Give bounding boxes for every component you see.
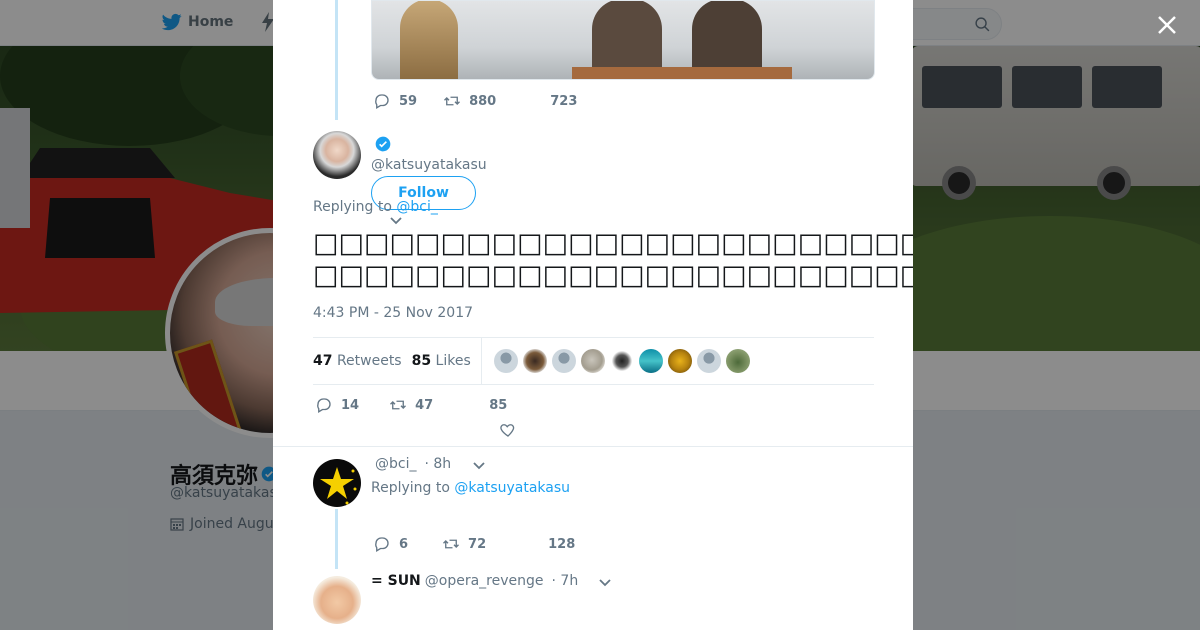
reply-avatar[interactable] <box>313 459 361 507</box>
retweets-stat-label: Retweets <box>336 353 402 369</box>
like-button[interactable]: 128 <box>548 537 575 552</box>
like-count: 85 <box>489 397 508 413</box>
tweet-text-line: □□□□□□□□□□□□□□□□□□□□□□□□□□□□□□□□□□□□□□□□… <box>313 260 913 291</box>
replying-prefix: Replying to <box>371 480 450 496</box>
liker-avatar[interactable] <box>522 349 547 373</box>
liker-avatar[interactable] <box>609 349 634 373</box>
retweets-stat-count: 47 <box>313 353 333 369</box>
like-count: 723 <box>550 93 578 109</box>
retweet-icon <box>390 400 407 410</box>
liker-avatar[interactable] <box>696 349 721 373</box>
retweet-button[interactable]: 72 <box>442 535 486 553</box>
tweet-photo[interactable] <box>371 0 875 80</box>
liker-avatar[interactable] <box>551 349 576 373</box>
reply-button[interactable]: 6 <box>373 535 408 553</box>
tweet-modal: 59 880 723 @katsuyatakasu Follow Replyin… <box>273 0 913 630</box>
retweet-count: 880 <box>469 93 497 109</box>
reply-icon <box>375 537 389 552</box>
chevron-down-icon[interactable] <box>598 578 612 588</box>
main-tweet-actions: 14 47 85 <box>315 396 507 414</box>
retweet-button[interactable]: 880 <box>443 92 496 110</box>
author-avatar[interactable] <box>313 131 361 179</box>
tweet-timestamp[interactable]: 4:43 PM - 25 Nov 2017 <box>313 305 473 321</box>
reply-count: 6 <box>399 536 409 552</box>
reply-count: 14 <box>341 397 360 413</box>
reply-handle[interactable]: @opera_revenge <box>425 573 544 589</box>
retweet-icon <box>444 96 461 106</box>
likes-stat-label: Likes <box>435 353 471 369</box>
liker-avatar[interactable] <box>493 349 518 373</box>
reply-icon <box>317 398 331 413</box>
replying-prefix: Replying to <box>313 199 392 215</box>
liker-avatar[interactable] <box>580 349 605 373</box>
like-button[interactable]: 85 <box>489 398 507 413</box>
chevron-down-icon[interactable] <box>472 461 486 471</box>
star-logo-icon <box>320 467 357 505</box>
reply-header: @bci_ · 8h <box>375 456 451 472</box>
replying-to-link[interactable]: @katsuyatakasu <box>454 480 570 496</box>
chevron-down-icon[interactable] <box>389 216 403 226</box>
reply1-actions: 6 72 128 <box>373 535 575 553</box>
replying-to: Replying to @katsuyatakasu <box>371 480 570 496</box>
reply-avatar[interactable] <box>313 576 361 624</box>
reply-count: 59 <box>399 93 418 109</box>
author-handle[interactable]: @katsuyatakasu <box>371 157 487 173</box>
verified-badge-icon <box>375 136 391 152</box>
thread-line <box>335 509 338 569</box>
tweet-text: □□□□□□□□□□□□□□□□□□□□□□□□ □□□□□□□□□□□□□□□□… <box>313 228 913 292</box>
liker-avatars <box>493 349 750 373</box>
retweet-count: 47 <box>415 397 434 413</box>
reply-time[interactable]: · 7h <box>552 573 579 589</box>
engagement-counts: 47 Retweets 85 Likes <box>313 337 482 385</box>
divider <box>273 446 913 447</box>
reply-button[interactable]: 14 <box>315 396 359 414</box>
close-icon[interactable] <box>1152 10 1182 40</box>
tweet-stats: 47 Retweets 85 Likes <box>313 337 874 385</box>
reply-name[interactable]: = SUN <box>371 573 421 589</box>
likes-stat[interactable]: 85 Likes <box>412 353 471 369</box>
likes-stat-count: 85 <box>411 353 432 369</box>
tweet-text-line: □□□□□□□□□□□□□□□□□□□□□□□□□□□□□□□□□□□□□□□□… <box>313 228 913 259</box>
liker-avatar[interactable] <box>638 349 663 373</box>
retweets-stat[interactable]: 47 Retweets <box>313 353 402 369</box>
heart-icon[interactable] <box>499 421 517 439</box>
reply-button[interactable]: 59 <box>373 92 417 110</box>
thread-line <box>335 0 338 120</box>
prev-tweet-actions: 59 880 723 <box>373 92 577 110</box>
retweet-button[interactable]: 47 <box>389 396 433 414</box>
replying-to: Replying to @bci_ <box>313 199 438 215</box>
like-button[interactable]: 723 <box>550 94 577 109</box>
reply-handle[interactable]: @bci_ <box>375 456 416 472</box>
retweet-count: 72 <box>468 536 487 552</box>
reply-header: = SUN @opera_revenge · 7h <box>371 573 578 589</box>
retweet-icon <box>443 539 460 549</box>
liker-avatar[interactable] <box>725 349 750 373</box>
reply-time[interactable]: · 8h <box>424 456 451 472</box>
liker-avatar[interactable] <box>667 349 692 373</box>
reply-icon <box>375 94 389 109</box>
like-count: 128 <box>548 536 576 552</box>
replying-to-link[interactable]: @bci_ <box>396 199 437 215</box>
